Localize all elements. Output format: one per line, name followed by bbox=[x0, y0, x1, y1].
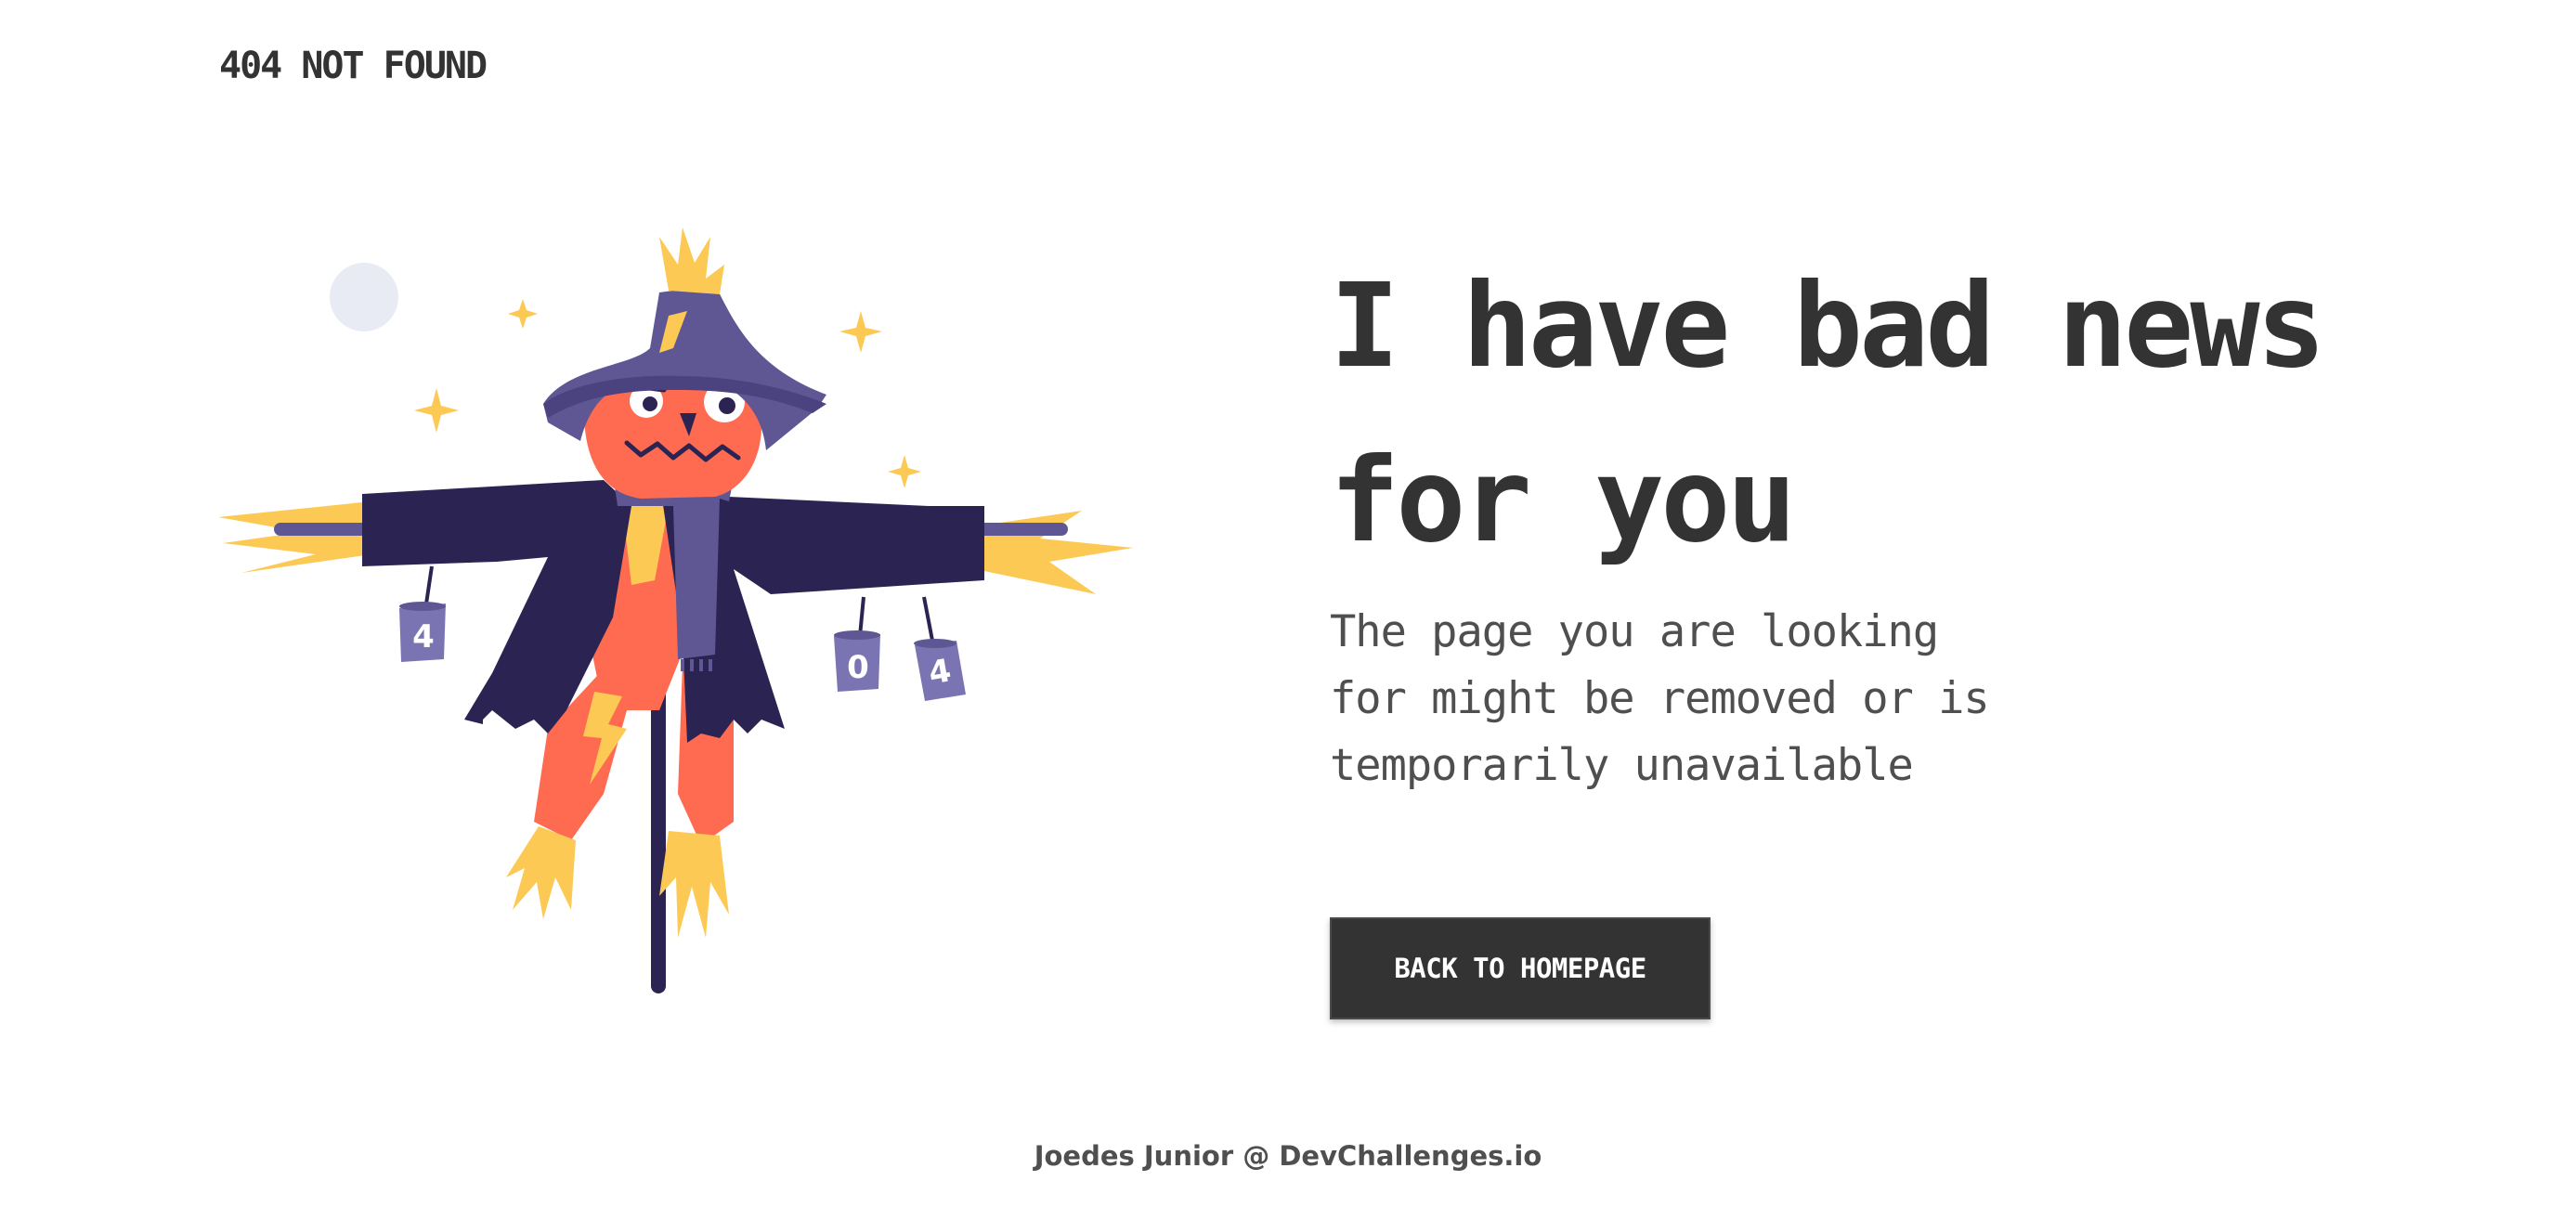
can-middle-label: 0 bbox=[847, 649, 869, 686]
footer-credit: Joedes Junior @ DevChallenges.io bbox=[0, 1140, 2576, 1172]
can-right: 4 bbox=[914, 639, 966, 701]
straw-right-foot bbox=[659, 831, 729, 938]
straw-hat-tuft bbox=[659, 227, 724, 294]
scarecrow-graphic: 4 0 4 bbox=[218, 227, 1133, 993]
straw-left-foot bbox=[506, 826, 576, 919]
back-to-homepage-label: BACK TO HOMEPAGE bbox=[1394, 953, 1646, 984]
sparkle-icon bbox=[888, 455, 921, 488]
sparkle-icon bbox=[414, 388, 459, 433]
message-line-2: for might be removed or is bbox=[1330, 673, 1990, 724]
footer-site-link[interactable]: DevChallenges.io bbox=[1279, 1140, 1542, 1172]
sparkle-icon bbox=[508, 299, 538, 329]
straw-left-hand bbox=[218, 502, 371, 573]
footer-author: Joedes Junior bbox=[1034, 1140, 1234, 1172]
footer-separator: @ bbox=[1242, 1140, 1270, 1172]
headline-line-1: I have bad news bbox=[1330, 259, 2326, 394]
message-line-1: The page you are looking bbox=[1330, 606, 1939, 657]
can-left: 4 bbox=[399, 602, 446, 662]
can-middle: 0 bbox=[834, 630, 880, 692]
sparkle-icon bbox=[839, 311, 882, 353]
error-message: The page you are looking for might be re… bbox=[1330, 599, 2036, 799]
brand-logo-text[interactable]: 404 NOT FOUND bbox=[219, 45, 488, 87]
back-to-homepage-button[interactable]: BACK TO HOMEPAGE bbox=[1330, 917, 1711, 1019]
page-headline: I have bad news for you bbox=[1330, 240, 2444, 589]
moon-icon bbox=[330, 263, 398, 331]
headline-line-2: for you bbox=[1330, 434, 1797, 568]
can-left-label: 4 bbox=[412, 618, 435, 655]
message-line-3: temporarily unavailable bbox=[1330, 740, 1914, 791]
scarecrow-pole bbox=[651, 673, 666, 993]
scarecrow-illustration: 4 0 4 bbox=[214, 227, 1133, 1003]
